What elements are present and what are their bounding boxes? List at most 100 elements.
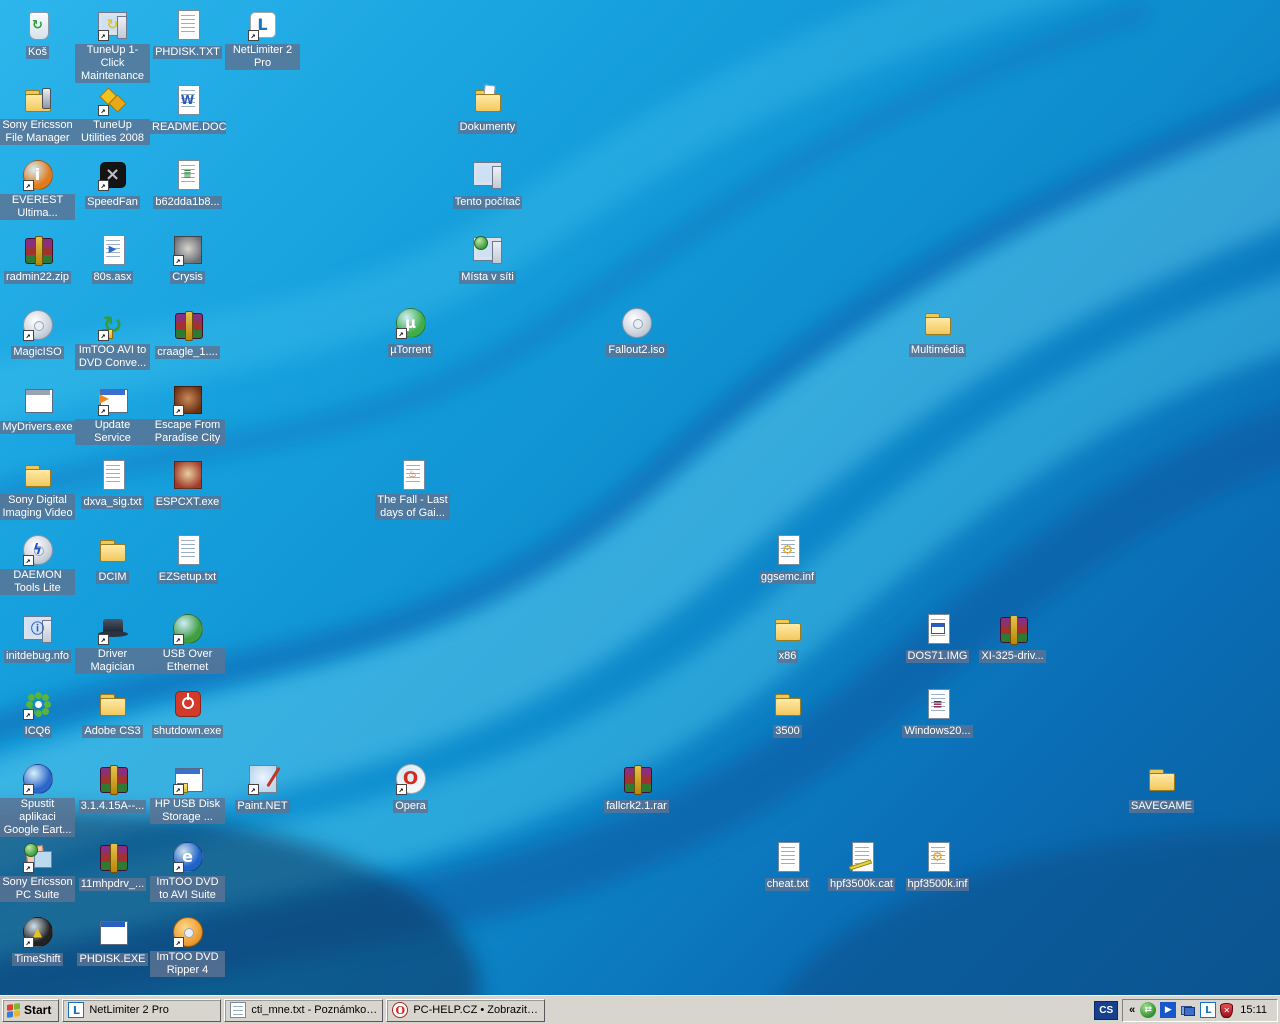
desktop-icon-speedfan[interactable]: ×↗SpeedFan	[75, 158, 150, 210]
desktop-icon-timeshift[interactable]: ▲↗TimeShift	[0, 915, 75, 967]
desktop-icon-opera[interactable]: O↗Opera	[373, 762, 448, 814]
crysis-label: Crysis	[170, 271, 205, 284]
desktop-icon-icq6[interactable]: ↗ICQ6	[0, 687, 75, 739]
desktop-icon-rar-31415a[interactable]: 3.1.4.15A--...	[75, 762, 150, 814]
desktop-icon-hpf3500k-cat[interactable]: hpf3500k.cat	[824, 840, 899, 892]
shortcut-arrow-icon: ↗	[98, 30, 109, 41]
taskbar-button-netlimiter-window[interactable]: LNetLimiter 2 Pro	[62, 999, 221, 1022]
network-tray-icon[interactable]	[1180, 1002, 1196, 1018]
desktop-icon-utorrent[interactable]: µ↗µTorrent	[373, 306, 448, 358]
sony-ericsson-file-manager-icon	[21, 83, 55, 117]
imtoo-dvd-to-avi-label: ImTOO DVD to AVI Suite	[150, 876, 225, 902]
desktop-icon-daemon-tools-lite[interactable]: ϟ↗DAEMON Tools Lite	[0, 533, 75, 596]
ezsetup-txt-icon	[171, 533, 205, 567]
desktop-icon-google-earth[interactable]: ↗Spustit aplikaci Google Eart...	[0, 762, 75, 838]
adobe-cs3-icon	[96, 687, 130, 721]
desktop-icon-readme-doc[interactable]: W README.DOC	[150, 83, 225, 135]
dcim-icon	[96, 533, 130, 567]
netlimiter2-pro-glyph: L	[257, 17, 267, 33]
multimedia-label: Multimédia	[909, 344, 966, 357]
shortcut-arrow-icon: ↗	[98, 330, 109, 341]
phdisk-txt-icon	[171, 8, 205, 42]
desktop-icon-dcim[interactable]: DCIM	[75, 533, 150, 585]
desktop-icon-dokumenty[interactable]: Dokumenty	[450, 83, 525, 135]
desktop-icon-ggsemc-inf[interactable]: ⚙ggsemc.inf	[750, 533, 825, 585]
desktop-icon-craagle[interactable]: craagle_1....	[150, 308, 225, 360]
desktop-icon-the-fall-last-days[interactable]: ♨The Fall - Last days of Gai...	[375, 458, 450, 521]
desktop-icon-initdebug-nfo[interactable]: ⓘinitdebug.nfo	[0, 612, 75, 664]
desktop[interactable]: ↻Koš↻↗TuneUp 1-Click MaintenancePHDISK.T…	[0, 0, 1280, 995]
desktop-icon-hp-usb-disk-storage[interactable]: ↗HP USB Disk Storage ...	[150, 762, 225, 825]
desktop-icon-everest-ultimate[interactable]: i↗EVEREST Ultima...	[0, 158, 75, 221]
desktop-icon-ezsetup-txt[interactable]: EZSetup.txt	[150, 533, 225, 585]
desktop-icon-tento-pocitac[interactable]: Tento počítač	[450, 158, 525, 210]
start-button[interactable]: Start	[2, 999, 59, 1022]
desktop-icon-driver-magician[interactable]: ↗Driver Magician	[75, 612, 150, 675]
multimedia-icon	[921, 306, 955, 340]
desktop-icon-paint-net[interactable]: ↗Paint.NET	[225, 762, 300, 814]
desktop-icon-update-service[interactable]: ↗Update Service	[75, 383, 150, 446]
desktop-icon-escape-from-paradise-city[interactable]: ↗Escape From Paradise City	[150, 383, 225, 446]
taskbar-button-title: cti_mne.txt - Poznámkov...	[251, 1004, 377, 1016]
desktop-icon-folder-3500[interactable]: 3500	[750, 687, 825, 739]
tray-chevron[interactable]: «	[1129, 1004, 1135, 1016]
desktop-icon-imtoo-dvd-ripper-4[interactable]: ↗ImTOO DVD Ripper 4	[150, 915, 225, 978]
desktop-icon-multimedia[interactable]: Multimédia	[900, 306, 975, 358]
desktop-icon-radmin22-zip[interactable]: radmin22.zip	[0, 233, 75, 285]
desktop-icon-crysis[interactable]: ↗ Crysis	[150, 233, 225, 285]
desktop-icon-adobe-cs3[interactable]: Adobe CS3	[75, 687, 150, 739]
desktop-icon-recycle-bin[interactable]: ↻Koš	[0, 8, 75, 60]
shortcut-arrow-icon: ↗	[23, 862, 34, 873]
desktop-icon-tuneup-utilities-2008[interactable]: ↗TuneUp Utilities 2008	[75, 83, 150, 146]
desktop-icon-shutdown-exe[interactable]: shutdown.exe	[150, 687, 225, 739]
x86-folder-icon	[771, 612, 805, 646]
desktop-icon-b62dda1b8[interactable]: ≣b62dda1b8...	[150, 158, 225, 210]
desktop-icon-imtoo-dvd-to-avi[interactable]: e↗ImTOO DVD to AVI Suite	[150, 840, 225, 903]
desktop-icon-xi-325-driver[interactable]: XI-325-driv...	[975, 612, 1050, 664]
desktop-icon-netlimiter2-pro[interactable]: L↗NetLimiter 2 Pro	[225, 8, 300, 71]
desktop-icon-sony-ericsson-pc-suite[interactable]: ↗Sony Ericsson PC Suite	[0, 840, 75, 903]
sync-tray-icon[interactable]: ⇄	[1140, 1002, 1156, 1018]
readme-doc-icon: W	[171, 83, 205, 117]
language-indicator[interactable]: CS	[1094, 1001, 1118, 1020]
desktop-icon-cheat-txt[interactable]: cheat.txt	[750, 840, 825, 892]
taskbar-button-opera-window[interactable]: OPC-HELP.CZ • Zobrazit t...	[386, 999, 545, 1022]
desktop-icon-windows20-rar[interactable]: ≡Windows20...	[900, 687, 975, 739]
taskbar-button-notepad-window[interactable]: cti_mne.txt - Poznámkov...	[224, 999, 383, 1022]
desktop-icon-hpf3500k-inf[interactable]: ⚙hpf3500k.inf	[900, 840, 975, 892]
shortcut-arrow-icon: ↗	[23, 784, 34, 795]
paint-net-label: Paint.NET	[235, 800, 289, 813]
shortcut-arrow-icon: ↗	[396, 328, 407, 339]
clock[interactable]: 15:11	[1238, 1004, 1271, 1016]
desktop-icon-usb-over-ethernet[interactable]: ↗USB Over Ethernet	[150, 612, 225, 675]
desktop-icon-tuneup-1click[interactable]: ↻↗TuneUp 1-Click Maintenance	[75, 8, 150, 84]
shortcut-arrow-icon: ↗	[173, 255, 184, 266]
readme-doc-label: README.DOC	[150, 121, 226, 134]
escape-from-paradise-city-icon: ↗	[171, 383, 205, 417]
desktop-icon-phdisk-exe[interactable]: PHDISK.EXE	[75, 915, 150, 967]
player-tray-icon[interactable]: ▶	[1160, 1002, 1176, 1018]
desktop-icon-sony-digital-imaging-video[interactable]: Sony Digital Imaging Video	[0, 458, 75, 521]
desktop-icon-sony-ericsson-file-manager[interactable]: Sony Ericsson File Manager	[0, 83, 75, 146]
imtoo-dvd-to-avi-icon: e↗	[171, 840, 205, 874]
desktop-icon-imtoo-avi-to-dvd[interactable]: ↻↗ImTOO AVI to DVD Conve...	[75, 308, 150, 371]
desktop-icon-mydrivers-exe[interactable]: MyDrivers.exe	[0, 383, 75, 435]
desktop-icon-x86-folder[interactable]: x86	[750, 612, 825, 664]
rar-31415a-label: 3.1.4.15A--...	[79, 800, 147, 813]
desktop-icon-fallout2-iso[interactable]: Fallout2.iso	[599, 306, 674, 358]
desktop-icon-phdisk-txt[interactable]: PHDISK.TXT	[150, 8, 225, 60]
desktop-icon-fallcrk21-rar[interactable]: fallcrk2.1.rar	[599, 762, 674, 814]
desktop-icon-80s-asx[interactable]: ▶80s.asx	[75, 233, 150, 285]
desktop-icon-magiciso[interactable]: ↗MagicISO	[0, 308, 75, 360]
pen-icon	[848, 860, 871, 871]
desktop-icon-mista-v-siti[interactable]: Místa v síti	[450, 233, 525, 285]
desktop-icon-rar-11mhpdrv[interactable]: 11mhpdrv_...	[75, 840, 150, 892]
desktop-icon-espcxt-exe[interactable]: ESPCXT.exe	[150, 458, 225, 510]
desktop-icon-savegame[interactable]: SAVEGAME	[1124, 762, 1199, 814]
netlimiter-tray-icon[interactable]: L	[1200, 1002, 1216, 1018]
dxva-sig-txt-label: dxva_sig.txt	[81, 496, 143, 509]
desktop-icon-dxva-sig-txt[interactable]: dxva_sig.txt	[75, 458, 150, 510]
the-fall-last-days-icon: ♨	[396, 458, 430, 492]
security-shield-tray-icon[interactable]: ✕	[1220, 1003, 1233, 1018]
desktop-icon-dos71-img[interactable]: DOS71.IMG	[900, 612, 975, 664]
